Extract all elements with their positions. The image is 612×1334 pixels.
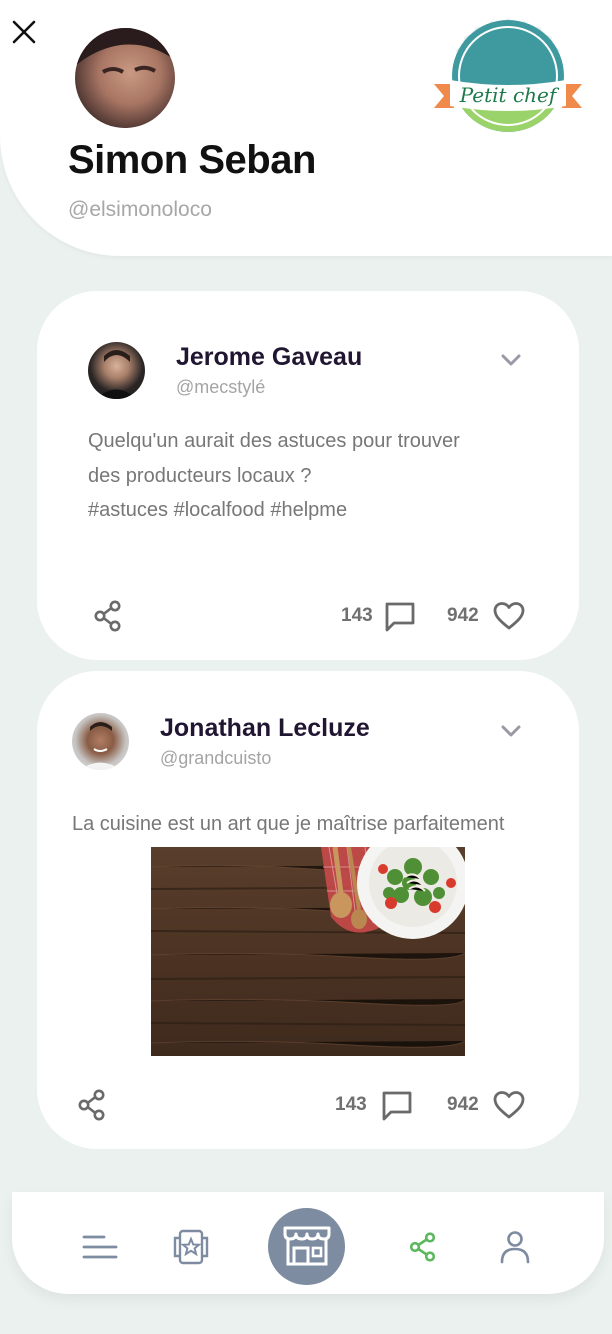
comment-icon[interactable]: [384, 601, 416, 633]
store-button[interactable]: [268, 1208, 345, 1285]
user-icon[interactable]: [499, 1230, 531, 1264]
share-icon[interactable]: [93, 600, 123, 632]
like-count: 942: [447, 605, 479, 626]
post-author[interactable]: Jonathan Lecluze: [160, 714, 370, 743]
post-text: La cuisine est un art que je maîtrise pa…: [72, 807, 504, 842]
bottom-nav: [12, 1192, 604, 1294]
post-handle[interactable]: @mecstylé: [176, 377, 265, 398]
post-handle[interactable]: @grandcuisto: [160, 748, 271, 769]
heart-icon[interactable]: [492, 601, 526, 631]
comment-count: 143: [341, 605, 373, 626]
chevron-down-icon[interactable]: [500, 353, 522, 367]
post-text-line: des producteurs locaux ?: [88, 464, 312, 487]
profile-avatar[interactable]: [75, 28, 175, 128]
share-icon[interactable]: [77, 1089, 107, 1121]
author-avatar[interactable]: [88, 342, 145, 399]
author-avatar[interactable]: [72, 713, 129, 770]
post-author[interactable]: Jerome Gaveau: [176, 343, 362, 372]
comment-icon[interactable]: [381, 1090, 413, 1122]
store-icon: [283, 1226, 331, 1266]
post-text-line: Quelqu'un aurait des astuces pour trouve…: [88, 430, 460, 452]
heart-icon[interactable]: [492, 1090, 526, 1120]
menu-icon[interactable]: [82, 1234, 118, 1260]
post-text-line: La cuisine est un art que je maîtrise pa…: [72, 813, 505, 835]
profile-header: Simon Seban @elsimonoloco Petit chef: [0, 0, 612, 256]
post-card: Jonathan Lecluze @grandcuisto La cuisine…: [37, 671, 579, 1149]
like-count: 942: [447, 1094, 479, 1115]
share-icon[interactable]: [409, 1232, 437, 1262]
post-text: Quelqu'un aurait des astuces pour trouve…: [88, 424, 460, 528]
post-hashtags[interactable]: #astuces #localfood #helpme: [88, 493, 460, 528]
logo-text: Petit chef: [459, 83, 560, 107]
favorites-icon[interactable]: [171, 1228, 211, 1266]
chevron-down-icon[interactable]: [500, 724, 522, 738]
post-image[interactable]: [151, 847, 465, 1056]
post-card: Jerome Gaveau @mecstylé Quelqu'un aurait…: [37, 291, 579, 660]
profile-name: Simon Seban: [68, 138, 316, 182]
profile-handle: @elsimonoloco: [68, 198, 212, 221]
close-icon[interactable]: [10, 18, 38, 46]
petit-chef-logo: Petit chef: [434, 18, 582, 133]
comment-count: 143: [335, 1094, 367, 1115]
